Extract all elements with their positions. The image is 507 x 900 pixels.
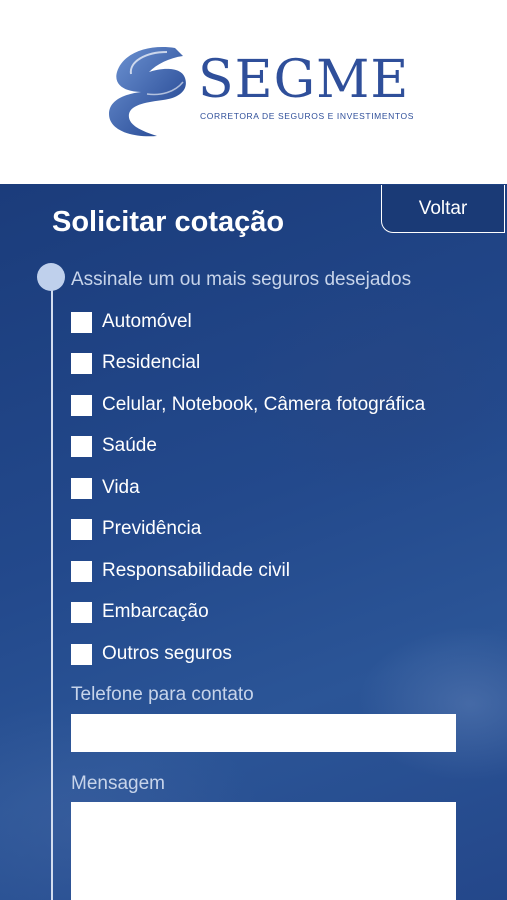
option-label: Saúde	[102, 435, 157, 456]
timeline-dot-icon	[37, 263, 65, 291]
checkbox[interactable]	[71, 394, 92, 416]
logo-swirl-icon	[109, 47, 186, 137]
back-button[interactable]: Voltar	[381, 185, 505, 233]
option-label: Automóvel	[102, 311, 192, 332]
checkbox[interactable]	[71, 311, 92, 333]
checkbox[interactable]	[71, 352, 92, 374]
message-textarea[interactable]	[71, 802, 456, 900]
phone-label: Telefone para contato	[71, 684, 254, 705]
option-label: Previdência	[102, 518, 202, 539]
phone-input[interactable]	[71, 714, 456, 752]
option-label: Embarcação	[102, 601, 209, 622]
option-label: Vida	[102, 477, 140, 498]
quote-panel: Solicitar cotação Voltar Assinale um ou …	[0, 184, 507, 900]
header: SEGME CORRETORA DE SEGUROS E INVESTIMENT…	[0, 0, 507, 184]
option-label: Responsabilidade civil	[102, 560, 290, 581]
checkbox[interactable]	[71, 518, 92, 540]
checkbox[interactable]	[71, 643, 92, 665]
checkbox[interactable]	[71, 601, 92, 623]
option-vida[interactable]: Vida	[71, 475, 140, 501]
option-label: Celular, Notebook, Câmera fotográfica	[102, 394, 426, 415]
page-title: Solicitar cotação	[52, 206, 285, 238]
option-embarcacao[interactable]: Embarcação	[71, 599, 209, 625]
brand-tagline: CORRETORA DE SEGUROS E INVESTIMENTOS	[200, 111, 414, 121]
message-label: Mensagem	[71, 773, 165, 794]
insurance-prompt: Assinale um ou mais seguros desejados	[71, 269, 412, 290]
option-celular[interactable]: Celular, Notebook, Câmera fotográfica	[71, 392, 425, 418]
checkbox[interactable]	[71, 435, 92, 457]
option-label: Residencial	[102, 352, 201, 373]
option-outros[interactable]: Outros seguros	[71, 641, 232, 667]
option-label: Outros seguros	[102, 643, 232, 664]
option-saude[interactable]: Saúde	[71, 433, 157, 459]
option-residencial[interactable]: Residencial	[71, 350, 200, 376]
checkbox[interactable]	[71, 560, 92, 582]
timeline-line	[51, 274, 53, 900]
option-responsabilidade[interactable]: Responsabilidade civil	[71, 558, 290, 584]
brand-name: SEGME	[198, 50, 410, 110]
option-automovel[interactable]: Automóvel	[71, 309, 192, 335]
checkbox[interactable]	[71, 477, 92, 499]
option-previdencia[interactable]: Previdência	[71, 516, 201, 542]
